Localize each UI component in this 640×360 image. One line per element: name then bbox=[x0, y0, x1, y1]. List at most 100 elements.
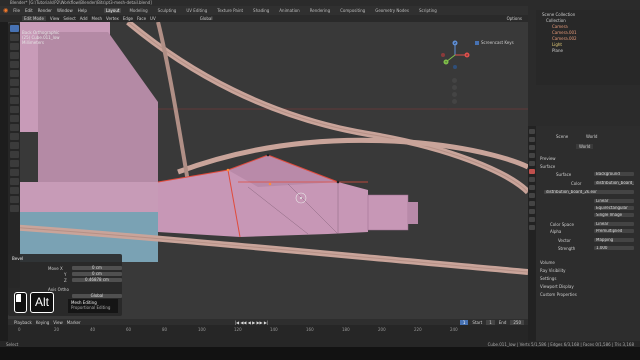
shrink-fatten-tool-icon[interactable] bbox=[9, 187, 19, 194]
edge-slide-tool-icon[interactable] bbox=[9, 178, 19, 185]
tab-compositing[interactable]: Compositing bbox=[338, 8, 367, 13]
loop-cut-tool-icon[interactable] bbox=[9, 133, 19, 140]
pan-hand-icon[interactable] bbox=[452, 85, 457, 90]
world-tab-icon[interactable] bbox=[529, 169, 535, 174]
tab-modeling[interactable]: Modeling bbox=[127, 8, 149, 13]
surface-field[interactable]: Background bbox=[594, 172, 634, 176]
current-frame-field[interactable]: 1 bbox=[459, 319, 469, 325]
section-ray-visibility[interactable]: Ray Visibility bbox=[540, 268, 566, 273]
menu-edit[interactable]: Edit bbox=[25, 8, 33, 13]
strength-field[interactable]: 1.000 bbox=[594, 246, 634, 250]
orientation-dropdown[interactable]: Global bbox=[200, 16, 213, 21]
zoom-icon[interactable] bbox=[452, 78, 457, 83]
menu-vertex[interactable]: Vertex bbox=[106, 16, 119, 21]
menu-mesh[interactable]: Mesh bbox=[92, 16, 103, 21]
extrude-tool-icon[interactable] bbox=[9, 106, 19, 113]
timeline[interactable]: Playback Keying View Marker |◀ ◀◀ ◀ ▶ ▶▶… bbox=[8, 319, 528, 341]
menu-select[interactable]: Select bbox=[63, 16, 75, 21]
blender-logo-icon[interactable]: ◉ bbox=[3, 7, 8, 14]
color-field[interactable]: distribution_board_2k.exr bbox=[594, 181, 634, 185]
menu-view-timeline[interactable]: View bbox=[53, 320, 63, 325]
bevel-tool-icon[interactable] bbox=[9, 124, 19, 131]
tool-tab-icon[interactable] bbox=[529, 129, 535, 134]
menu-marker[interactable]: Marker bbox=[67, 320, 81, 325]
mode-dropdown[interactable]: Edit Mode bbox=[22, 16, 46, 21]
scale-tool-icon[interactable] bbox=[9, 61, 19, 68]
menu-edge[interactable]: Edge bbox=[123, 16, 133, 21]
outliner[interactable]: Scene Collection Collection Camera Camer… bbox=[536, 10, 640, 85]
data-tab-icon[interactable] bbox=[529, 217, 535, 222]
menu-playback[interactable]: Playback bbox=[14, 320, 32, 325]
color-space-field[interactable]: Linear bbox=[594, 222, 634, 226]
shear-tool-icon[interactable] bbox=[9, 196, 19, 203]
end-frame-field[interactable]: 250 bbox=[510, 319, 524, 325]
render-tab-icon[interactable] bbox=[529, 137, 535, 142]
orientation-field[interactable]: Global bbox=[72, 294, 122, 298]
projection-field[interactable]: Equirectangular bbox=[594, 206, 634, 210]
inset-tool-icon[interactable] bbox=[9, 115, 19, 122]
transform-tool-icon[interactable] bbox=[9, 70, 19, 77]
constraints-tab-icon[interactable] bbox=[529, 209, 535, 214]
tab-animation[interactable]: Animation bbox=[277, 8, 301, 13]
alpha-field[interactable]: Premultiplied bbox=[594, 229, 634, 233]
section-volume[interactable]: Volume bbox=[540, 260, 555, 265]
tab-sculpting[interactable]: Sculpting bbox=[156, 8, 179, 13]
cursor-tool-icon[interactable] bbox=[9, 34, 19, 41]
move-y-field[interactable]: 0 cm bbox=[72, 272, 122, 276]
poly-build-tool-icon[interactable] bbox=[9, 151, 19, 158]
knife-tool-icon[interactable] bbox=[9, 142, 19, 149]
tab-shading[interactable]: Shading bbox=[251, 8, 271, 13]
menu-keying[interactable]: Keying bbox=[36, 320, 49, 325]
object-tab-icon[interactable] bbox=[529, 177, 535, 182]
menu-face[interactable]: Face bbox=[137, 16, 146, 21]
smooth-tool-icon[interactable] bbox=[9, 169, 19, 176]
measure-tool-icon[interactable] bbox=[9, 88, 19, 95]
section-preview[interactable]: Preview bbox=[540, 156, 556, 161]
menu-uv[interactable]: UV bbox=[150, 16, 156, 21]
navigation-gizmo[interactable]: Z X Y bbox=[440, 40, 470, 76]
section-surface[interactable]: Surface bbox=[540, 164, 555, 169]
world-name-field[interactable]: World bbox=[576, 144, 594, 149]
tab-rendering[interactable]: Rendering bbox=[308, 8, 332, 13]
annotate-tool-icon[interactable] bbox=[9, 79, 19, 86]
camera-view-icon[interactable] bbox=[452, 92, 457, 97]
tab-scripting[interactable]: Scripting bbox=[417, 8, 439, 13]
move-x-field[interactable]: 0 cm bbox=[72, 266, 122, 270]
section-custom-properties[interactable]: Custom Properties bbox=[540, 292, 577, 297]
move-z-field[interactable]: 0.46878 cm bbox=[72, 278, 122, 282]
view-layer-tab-icon[interactable] bbox=[529, 153, 535, 158]
list-item[interactable]: Camera bbox=[552, 24, 568, 29]
particles-tab-icon[interactable] bbox=[529, 193, 535, 198]
tab-texture-paint[interactable]: Texture Paint bbox=[215, 8, 245, 13]
playback-controls-icon[interactable]: |◀ ◀◀ ◀ ▶ ▶▶ ▶| bbox=[235, 320, 269, 325]
grid-perspective-icon[interactable] bbox=[452, 99, 457, 104]
start-frame-field[interactable]: 1 bbox=[486, 319, 495, 325]
list-item[interactable]: Camera.002 bbox=[552, 36, 577, 41]
menu-help[interactable]: Help bbox=[78, 8, 87, 13]
output-tab-icon[interactable] bbox=[529, 145, 535, 150]
select-box-tool-icon[interactable] bbox=[9, 25, 19, 32]
spin-tool-icon[interactable] bbox=[9, 160, 19, 167]
list-item[interactable]: Plane bbox=[552, 48, 563, 53]
section-viewport-display[interactable]: Viewport Display bbox=[540, 284, 574, 289]
screencast-keys-toggle[interactable]: Screencast Keys bbox=[475, 40, 514, 45]
tab-layout[interactable]: Layout bbox=[103, 8, 122, 13]
menu-view[interactable]: View bbox=[50, 16, 60, 21]
move-tool-icon[interactable] bbox=[9, 43, 19, 50]
section-settings[interactable]: Settings bbox=[540, 276, 556, 281]
material-tab-icon[interactable] bbox=[529, 225, 535, 230]
scene-tab-icon[interactable] bbox=[529, 161, 535, 166]
menu-file[interactable]: File bbox=[13, 8, 20, 13]
menu-window[interactable]: Window bbox=[57, 8, 73, 13]
rip-tool-icon[interactable] bbox=[9, 205, 19, 212]
source-field[interactable]: Single Image bbox=[594, 213, 634, 217]
add-cube-tool-icon[interactable] bbox=[9, 97, 19, 104]
list-item[interactable]: Collection bbox=[546, 18, 566, 23]
interpolation-field[interactable]: Linear bbox=[594, 199, 634, 203]
list-item[interactable]: Camera.001 bbox=[552, 30, 577, 35]
menu-add[interactable]: Add bbox=[80, 16, 88, 21]
options-dropdown[interactable]: Options bbox=[507, 16, 522, 21]
tab-geometry-nodes[interactable]: Geometry Nodes bbox=[373, 8, 411, 13]
rotate-tool-icon[interactable] bbox=[9, 52, 19, 59]
list-item[interactable]: Light bbox=[552, 42, 562, 47]
